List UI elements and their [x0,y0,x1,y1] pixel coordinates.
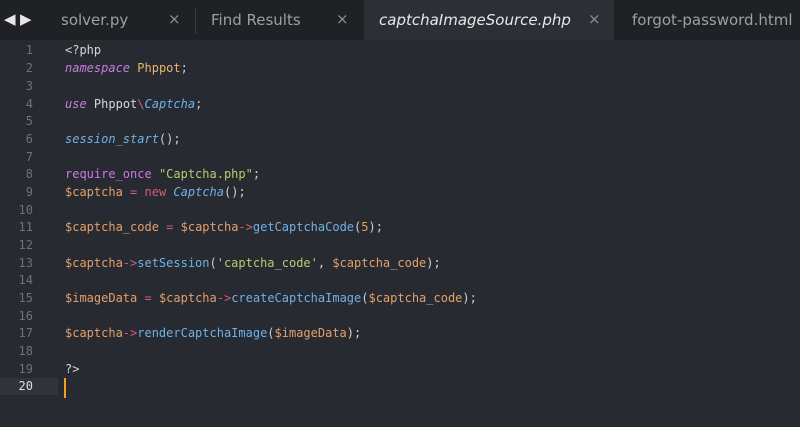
line-number-current: 20 [18,379,33,393]
tab-label: forgot-password.html [632,11,793,29]
code-line-13[interactable]: $captcha->setSession('captcha_code', $ca… [65,256,441,270]
line-number: 2 [25,61,33,75]
tab-navigation: ◀ ▶ [0,0,40,40]
class-name: Captcha [144,97,196,111]
keyword-use: use [65,97,87,111]
keyword-new: new [144,185,167,199]
variable: $captcha [158,291,217,305]
namespace-name: Phppot [93,97,138,111]
namespace-name: Phppot [137,61,181,75]
line-number: 13 [18,256,33,270]
namespace-separator: \ [137,97,145,111]
operator: = [144,291,152,305]
tab-forward-icon[interactable]: ▶ [20,9,32,29]
code-line-11[interactable]: $captcha_code = $captcha->getCaptchaCode… [65,220,383,234]
punctuation: ); [368,220,383,234]
code-line-4[interactable]: use Phppot\Captcha; [65,97,202,111]
line-number: 12 [18,238,33,252]
function-call: session_start [65,132,159,146]
method-call: setSession [137,256,210,270]
variable: $captcha_code [332,256,427,270]
punctuation: ( [209,256,217,270]
php-close-tag: ?> [65,362,80,376]
semicolon: ; [252,167,261,181]
tab-label: Find Results [211,11,301,29]
variable: $captcha_code [368,291,463,305]
line-number: 16 [18,309,33,323]
method-call: getCaptchaCode [252,220,355,234]
code-line-6[interactable]: session_start(); [65,132,181,146]
line-number: 5 [25,114,33,128]
line-number: 6 [25,132,33,146]
editor-window: ◀ ▶ solver.py × Find Results × captchaIm… [0,0,800,427]
line-number: 14 [18,273,33,287]
tab-label: captchaImageSource.php [379,11,571,29]
method-call: renderCaptchaImage [137,326,268,340]
punctuation: , [317,256,333,270]
line-number: 1 [25,43,33,57]
line-number: 19 [18,362,33,376]
operator: = [166,220,174,234]
line-number: 7 [25,150,33,164]
line-number: 4 [25,97,33,111]
close-icon[interactable]: × [588,10,601,28]
semicolon: ; [180,61,188,75]
line-number: 10 [18,203,33,217]
punctuation: ); [346,326,362,340]
punctuation: ); [462,291,477,305]
line-number: 11 [18,220,33,234]
code-line-15[interactable]: $imageData = $captcha->createCaptchaImag… [65,291,477,305]
arrow-operator: -> [122,326,138,340]
number-literal: 5 [361,220,369,234]
code-line-1[interactable]: <?php [65,43,101,57]
semicolon: ; [195,97,203,111]
code-line-9[interactable]: $captcha = new Captcha(); [65,185,246,199]
line-number: 17 [18,326,33,340]
tab-bar: ◀ ▶ solver.py × Find Results × captchaIm… [0,0,800,40]
line-number: 9 [25,185,33,199]
variable: $captcha [65,326,123,340]
line-number: 18 [18,344,33,358]
punctuation: (); [224,185,246,199]
tab-captcha-image-source-php[interactable]: captchaImageSource.php × [364,0,614,40]
close-icon[interactable]: × [168,10,181,28]
text-cursor [64,378,66,398]
close-icon[interactable]: × [336,10,349,28]
method-call: createCaptchaImage [231,291,362,305]
tab-back-icon[interactable]: ◀ [4,9,16,29]
variable: $captcha_code [65,220,159,234]
tab-solver-py[interactable]: solver.py × [40,0,195,40]
php-open-tag: <?php [65,43,102,57]
code-line-2[interactable]: namespace Phppot; [65,61,188,75]
line-number: 8 [25,167,33,181]
punctuation: ); [426,256,441,270]
keyword-namespace: namespace [65,61,131,75]
tab-label: solver.py [61,11,129,29]
code-line-19[interactable]: ?> [65,362,79,376]
operator: = [130,185,138,199]
variable: $captcha [65,256,123,270]
variable: $captcha [65,185,123,199]
keyword-require-once: require_once [65,167,152,181]
arrow-operator: -> [238,220,253,234]
line-number: 3 [25,79,33,93]
class-name: Captcha [173,185,224,199]
string-literal: 'captcha_code' [216,256,318,270]
code-line-8[interactable]: require_once "Captcha.php"; [65,167,260,181]
string-literal: "Captcha.php" [158,167,253,181]
punctuation: (); [158,132,181,146]
code-line-17[interactable]: $captcha->renderCaptchaImage($imageData)… [65,326,361,340]
arrow-operator: -> [122,256,138,270]
variable: $captcha [180,220,239,234]
punctuation: ( [267,326,275,340]
variable: $imageData [274,326,347,340]
tab-forgot-password-html[interactable]: forgot-password.html [615,0,800,40]
tab-find-results[interactable]: Find Results × [196,0,363,40]
arrow-operator: -> [216,291,232,305]
line-number: 15 [18,291,33,305]
variable: $imageData [65,291,138,305]
